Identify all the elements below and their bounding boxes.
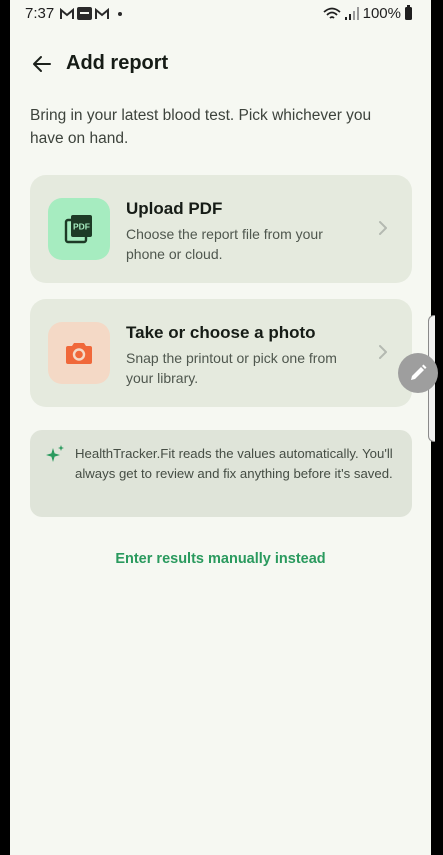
battery-percent: 100%	[362, 5, 401, 22]
gmail-icon	[95, 7, 109, 19]
option-title: Take or choose a photo	[126, 323, 316, 342]
intro-text: Bring in your latest blood test. Pick wh…	[30, 107, 372, 147]
info-text: HealthTracker.Fit reads the values autom…	[75, 446, 393, 481]
status-time: 7:37	[25, 5, 55, 22]
pdf-icon-label: PDF	[73, 222, 90, 232]
option-description: Choose the report file from your phone o…	[126, 226, 323, 262]
camera-icon	[66, 343, 92, 364]
gmail-icon	[60, 7, 74, 19]
option-description: Snap the printout or pick one from your …	[126, 350, 337, 386]
signal-icon	[344, 7, 359, 20]
back-arrow-icon[interactable]	[30, 52, 54, 76]
app-notification-icon	[77, 7, 92, 20]
notification-icons	[60, 7, 122, 20]
wifi-icon	[323, 7, 341, 19]
pdf-icon-container: PDF	[48, 198, 110, 260]
battery-icon	[405, 5, 412, 20]
status-right: 100%	[323, 5, 412, 22]
status-bar: 7:37 100%	[10, 0, 431, 28]
chevron-right-icon	[379, 345, 387, 359]
app-screen: 7:37 100% Add report Bring in your lates…	[10, 0, 431, 855]
chevron-right-icon	[379, 221, 387, 235]
enter-manually-link[interactable]: Enter results manually instead	[10, 551, 431, 567]
camera-icon-container	[48, 322, 110, 384]
option-title: Upload PDF	[126, 199, 223, 218]
floating-edit-button[interactable]	[398, 353, 438, 393]
more-notifications-dot	[118, 11, 122, 16]
info-notice: HealthTracker.Fit reads the values autom…	[30, 430, 412, 517]
pencil-icon	[411, 364, 427, 380]
upload-pdf-option[interactable]: PDF Upload PDF Choose the report file fr…	[30, 175, 412, 283]
app-header: Add report	[10, 44, 431, 84]
take-photo-option[interactable]: Take or choose a photo Snap the printout…	[30, 299, 412, 407]
sparkle-icon	[46, 445, 64, 462]
page-title: Add report	[66, 52, 169, 74]
pdf-file-icon: PDF	[64, 215, 92, 244]
